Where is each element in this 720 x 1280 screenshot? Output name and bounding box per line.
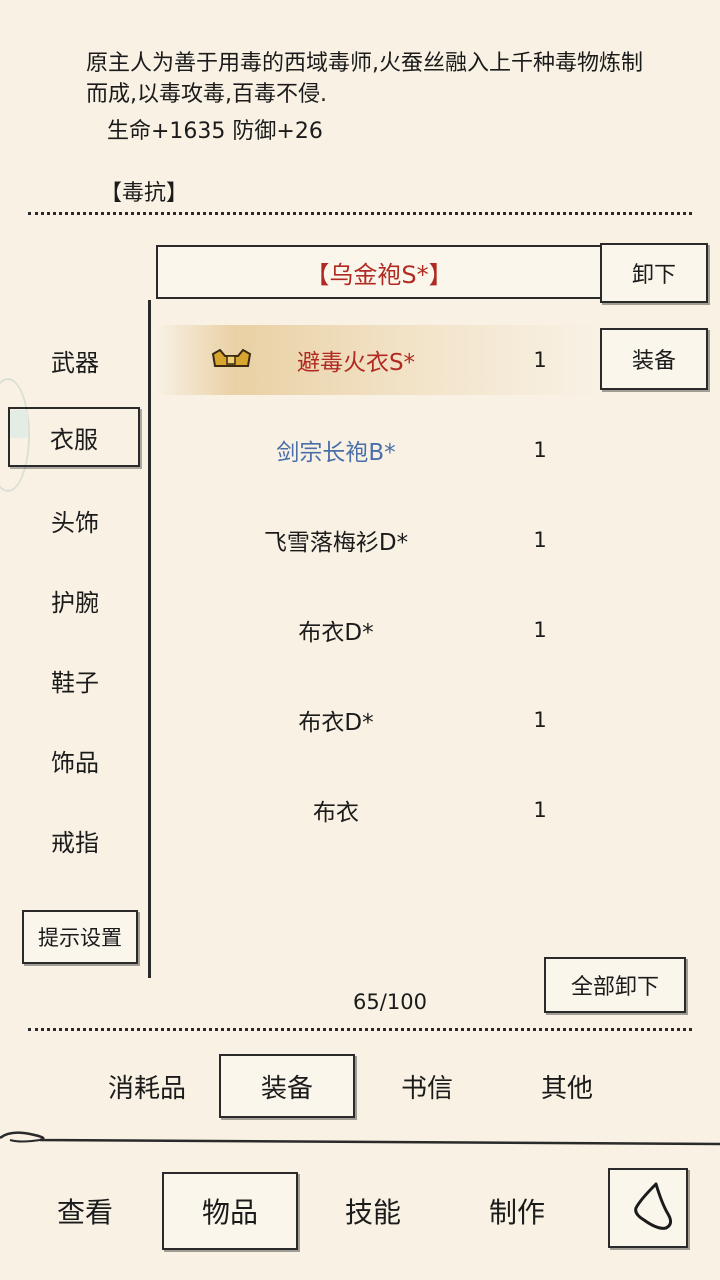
category-clothes[interactable]: 衣服: [8, 407, 140, 467]
tab-consumables[interactable]: 消耗品: [92, 1054, 202, 1118]
item-name: 避毒火衣S*: [296, 350, 416, 376]
item-stats: 生命+1635 防御+26: [107, 119, 323, 144]
item-description: 原主人为善于用毒的西域毒师,火蚕丝融入上千种毒物炼制而成,以毒攻毒,百毒不侵.: [86, 51, 643, 107]
divider-top: [28, 212, 692, 215]
item-row[interactable]: 布衣D* 1: [156, 595, 596, 665]
item-row[interactable]: 飞雪落梅衫D* 1: [156, 505, 596, 575]
item-quantity: 1: [533, 528, 547, 552]
category-weapon[interactable]: 武器: [20, 330, 130, 390]
item-name: 布衣: [313, 800, 359, 826]
item-quantity: 1: [533, 348, 547, 372]
nav-items[interactable]: 物品: [162, 1172, 298, 1250]
item-row[interactable]: 布衣D* 1: [156, 685, 596, 755]
item-row[interactable]: 避毒火衣S* 1: [156, 325, 596, 395]
divider-bottom: [28, 1028, 692, 1031]
unequip-all-button[interactable]: 全部卸下: [544, 957, 686, 1013]
item-name: 飞雪落梅衫D*: [263, 530, 409, 556]
item-row[interactable]: 剑宗长袍B* 1: [156, 415, 596, 485]
tab-letters[interactable]: 书信: [372, 1054, 482, 1118]
category-accessory[interactable]: 饰品: [20, 730, 130, 790]
nav-view[interactable]: 查看: [30, 1172, 140, 1250]
category-headwear[interactable]: 头饰: [20, 490, 130, 550]
item-quantity: 1: [533, 798, 547, 822]
item-quantity: 1: [533, 438, 547, 462]
brush-divider: [0, 1131, 720, 1146]
nav-skills[interactable]: 技能: [318, 1172, 428, 1250]
capacity-counter: 65/100: [353, 990, 427, 1014]
item-name: 布衣D*: [298, 710, 374, 736]
hint-settings-button[interactable]: 提示设置: [22, 910, 138, 964]
back-icon: [634, 1182, 673, 1230]
category-divider: [148, 300, 151, 978]
unequip-button[interactable]: 卸下: [600, 243, 708, 303]
equipped-item-name: 【乌金袍S*】: [156, 245, 600, 299]
equip-button[interactable]: 装备: [600, 328, 708, 390]
category-bracer[interactable]: 护腕: [20, 570, 130, 630]
category-ring[interactable]: 戒指: [20, 810, 130, 870]
item-name: 剑宗长袍B*: [276, 440, 396, 466]
item-name: 布衣D*: [298, 620, 374, 646]
item-quantity: 1: [533, 618, 547, 642]
item-trait: 【毒抗】: [100, 181, 189, 206]
category-shoes[interactable]: 鞋子: [20, 650, 130, 710]
nav-crafting[interactable]: 制作: [462, 1172, 572, 1250]
back-button[interactable]: [608, 1168, 688, 1248]
item-quantity: 1: [533, 708, 547, 732]
tab-other[interactable]: 其他: [512, 1054, 622, 1118]
tab-equipment[interactable]: 装备: [219, 1054, 355, 1118]
item-row[interactable]: 布衣 1: [156, 775, 596, 845]
